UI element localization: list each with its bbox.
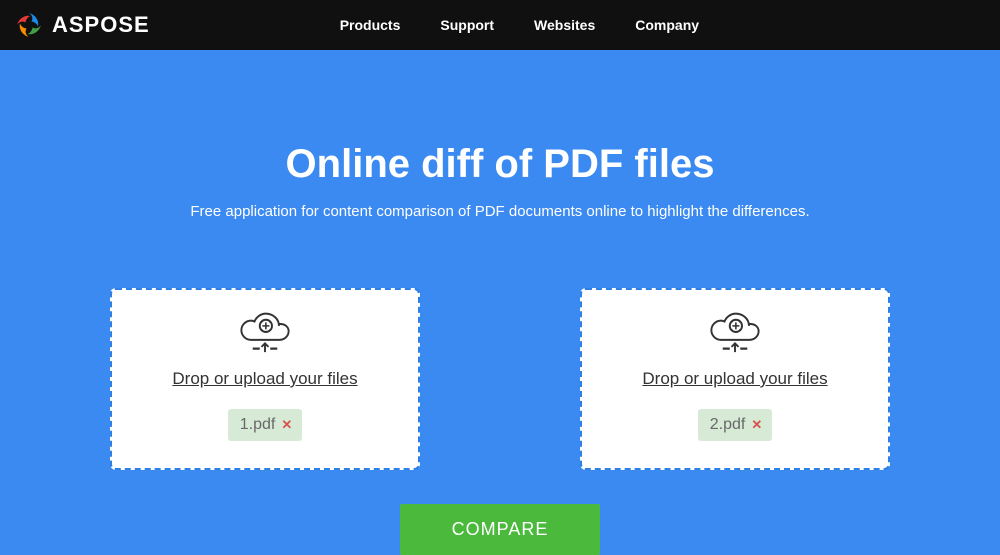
nav: Products Support Websites Company bbox=[340, 17, 699, 33]
upload-icon bbox=[237, 310, 293, 359]
remove-file-2-icon[interactable]: ✕ bbox=[751, 417, 762, 433]
header: ASPOSE Products Support Websites Company bbox=[0, 0, 1000, 50]
compare-button[interactable]: COMPARE bbox=[400, 504, 601, 555]
nav-company[interactable]: Company bbox=[635, 17, 699, 33]
nav-websites[interactable]: Websites bbox=[534, 17, 595, 33]
aspose-logo-icon bbox=[14, 10, 44, 40]
nav-support[interactable]: Support bbox=[440, 17, 494, 33]
hero: Online diff of PDF files Free applicatio… bbox=[0, 50, 1000, 220]
brand-logo[interactable]: ASPOSE bbox=[14, 10, 150, 40]
drop-zone-2[interactable]: Drop or upload your files 2.pdf ✕ bbox=[580, 288, 890, 470]
file-chip-1: 1.pdf ✕ bbox=[228, 409, 303, 441]
drop-zones: Drop or upload your files 1.pdf ✕ Drop o… bbox=[0, 288, 1000, 470]
drop-zone-1[interactable]: Drop or upload your files 1.pdf ✕ bbox=[110, 288, 420, 470]
file-name-1: 1.pdf bbox=[240, 416, 276, 434]
page-subtitle: Free application for content comparison … bbox=[0, 203, 1000, 220]
file-name-2: 2.pdf bbox=[710, 416, 746, 434]
page-title: Online diff of PDF files bbox=[0, 142, 1000, 187]
compare-wrap: COMPARE bbox=[0, 504, 1000, 555]
nav-products[interactable]: Products bbox=[340, 17, 401, 33]
drop-zone-1-label: Drop or upload your files bbox=[172, 369, 357, 389]
upload-icon bbox=[707, 310, 763, 359]
brand-name: ASPOSE bbox=[52, 12, 150, 38]
drop-zone-2-label: Drop or upload your files bbox=[642, 369, 827, 389]
remove-file-1-icon[interactable]: ✕ bbox=[281, 417, 292, 433]
file-chip-2: 2.pdf ✕ bbox=[698, 409, 773, 441]
